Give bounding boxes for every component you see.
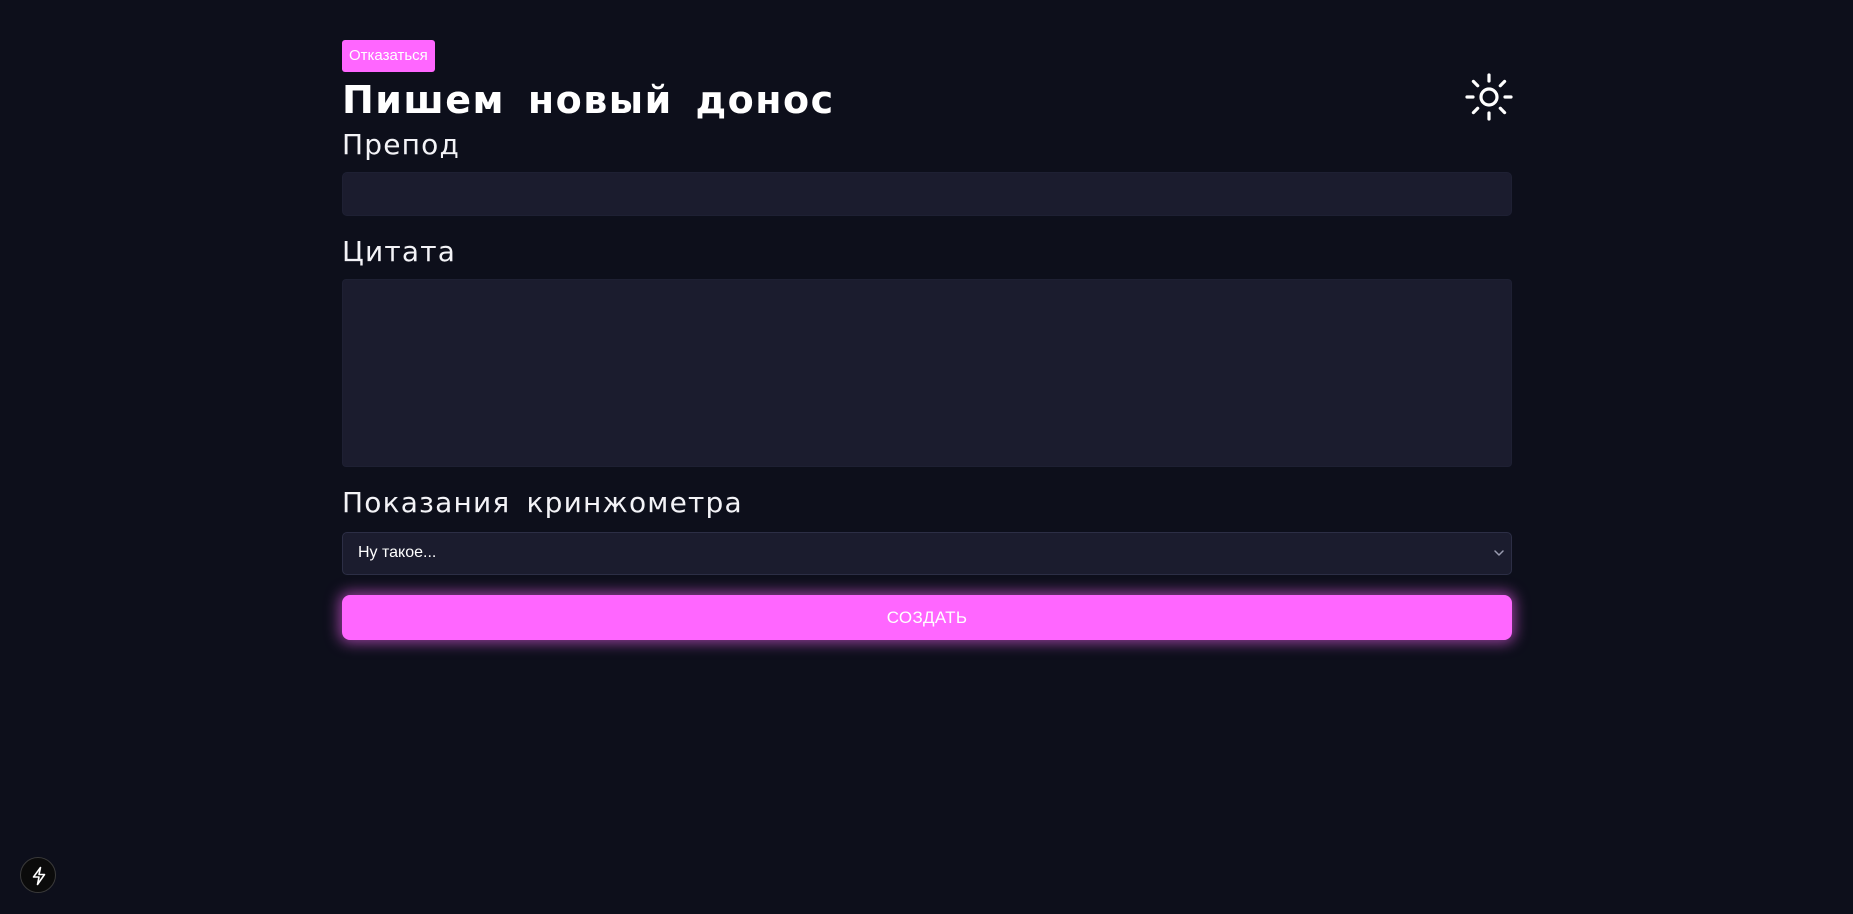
- page: Отказаться Пишем новый донос Препод Цита…: [0, 0, 1853, 914]
- devtools-button[interactable]: [20, 857, 56, 893]
- teacher-input[interactable]: [342, 172, 1512, 216]
- sun-icon: [1465, 73, 1513, 121]
- chevron-down-icon: [1494, 550, 1504, 556]
- quote-label: Цитата: [342, 235, 457, 268]
- cringe-meter-label: Показания кринжометра: [342, 486, 743, 519]
- page-title: Пишем новый донос: [342, 78, 835, 122]
- cancel-button[interactable]: Отказаться: [342, 40, 435, 72]
- quote-textarea[interactable]: [342, 279, 1512, 467]
- cringe-meter-selected-value: Ну такое...: [358, 544, 437, 561]
- lightning-bolt-icon: [32, 866, 46, 886]
- teacher-label: Препод: [342, 128, 461, 161]
- title-row: Пишем новый донос: [342, 73, 1513, 123]
- cringe-meter-select[interactable]: Ну такое...: [342, 532, 1512, 575]
- create-button[interactable]: СОЗДАТЬ: [342, 595, 1512, 640]
- form-container: Отказаться Пишем новый донос Препод Цита…: [342, 40, 1513, 640]
- theme-toggle-button[interactable]: [1464, 72, 1514, 122]
